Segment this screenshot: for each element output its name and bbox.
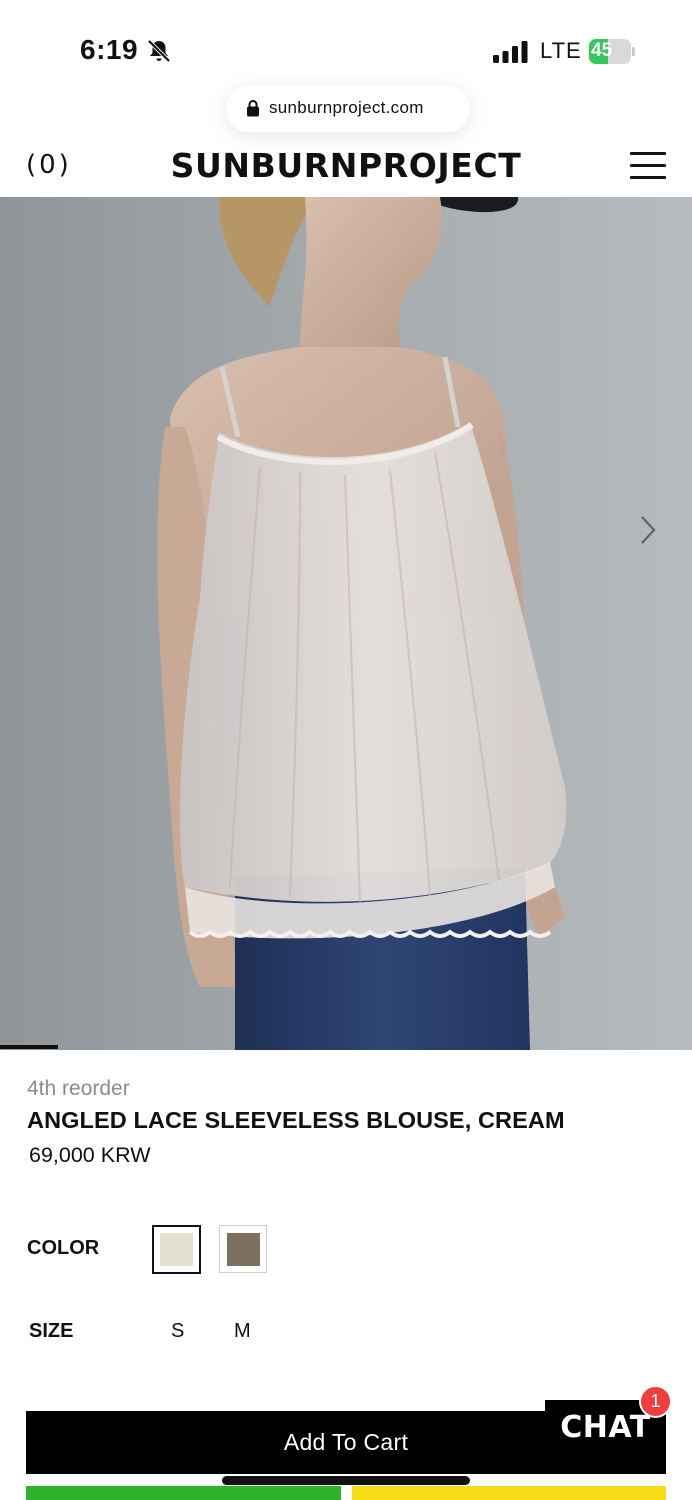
lock-icon	[247, 100, 259, 117]
product-image[interactable]	[0, 197, 692, 1050]
reorder-tag: 4th reorder	[27, 1077, 130, 1100]
color-label: COLOR	[27, 1237, 100, 1259]
hamburger-menu-icon[interactable]	[630, 152, 666, 180]
size-option-s[interactable]: S	[171, 1320, 184, 1343]
site-header: (0) SUNBURNPROJECT	[0, 138, 692, 196]
battery-icon: 45	[589, 39, 635, 64]
network-type: LTE	[540, 38, 582, 63]
product-photo	[0, 197, 692, 1050]
size-label: SIZE	[29, 1320, 74, 1342]
battery-percent: 45	[591, 40, 613, 61]
color-swatch-brown[interactable]	[219, 1225, 267, 1273]
yellow-action-button[interactable]	[352, 1486, 666, 1500]
status-time: 6:19	[80, 34, 139, 65]
status-bar: 6:19 LTE 45	[0, 0, 692, 100]
slide-progress-indicator	[0, 1045, 58, 1049]
chevron-right-icon[interactable]	[634, 513, 662, 547]
address-bar[interactable]: sunburnproject.com	[226, 86, 470, 132]
bell-slash-icon	[147, 39, 171, 63]
cellular-signal-icon	[493, 41, 528, 63]
chat-notification-badge: 1	[639, 1385, 672, 1418]
home-indicator[interactable]	[222, 1476, 470, 1485]
color-swatch-cream[interactable]	[152, 1225, 201, 1274]
product-price: 69,000 KRW	[29, 1143, 151, 1167]
page-url: sunburnproject.com	[269, 98, 424, 117]
green-action-button[interactable]	[26, 1486, 341, 1500]
size-option-m[interactable]: M	[234, 1320, 251, 1343]
brand-logo[interactable]: SUNBURNPROJECT	[0, 146, 692, 185]
product-title: ANGLED LACE SLEEVELESS BLOUSE, CREAM	[27, 1107, 565, 1133]
